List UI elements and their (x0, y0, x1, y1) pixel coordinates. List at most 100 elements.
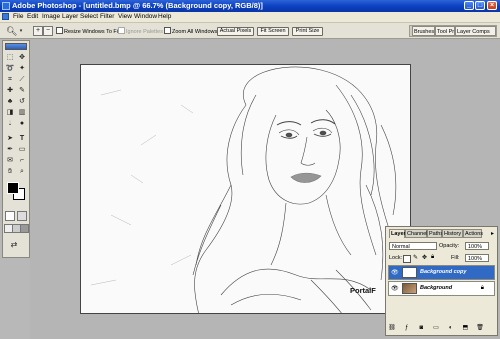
toolbox: ⬚ ✥ ➰ ✦ ⌗ ⟋ ✚ ✎ ♣ ↺ ◨ ▥ 💧︎ ● ➤ T ✒ ▭ ✉ ⌐… (2, 40, 30, 258)
layer-name: Background (420, 285, 453, 291)
palette-tab-brushes[interactable]: Brushes (412, 26, 435, 36)
eraser-tool-icon[interactable]: ◨ (5, 108, 15, 118)
marquee-tool-icon[interactable]: ⬚ (5, 53, 15, 63)
tab-history[interactable]: History (442, 229, 463, 238)
notes-tool-icon[interactable]: ✉ (5, 156, 15, 166)
menu-select[interactable]: Select (80, 12, 98, 22)
resize-windows-label: Resize Windows To Fit (64, 29, 120, 35)
foreground-color-swatch-top[interactable] (7, 182, 19, 194)
toolbox-logo (5, 43, 27, 50)
eyedropper-tool-icon[interactable]: ⌐ (17, 156, 27, 166)
zoom-all-windows-label: Zoom All Windows (172, 29, 218, 35)
checkbox-icon[interactable] (118, 27, 125, 34)
blur-tool-icon[interactable]: 💧︎ (5, 119, 15, 129)
sketch-portrait-image (90, 66, 397, 313)
brush-tool-icon[interactable]: ✎ (17, 86, 27, 96)
minimize-button[interactable]: _ (464, 1, 474, 10)
crop-tool-icon[interactable]: ⌗ (5, 75, 15, 85)
layer-row-background[interactable]: 👁︎ Background 🔒︎ (388, 281, 495, 296)
jump-to-imageready-icon[interactable]: ⇄ (9, 240, 19, 250)
palette-tab-tool-presets[interactable]: Tool Pr (435, 26, 455, 36)
link-layers-icon[interactable]: ⛓︎ (388, 324, 396, 332)
lasso-tool-icon[interactable]: ➰ (5, 64, 15, 74)
layers-panel: Layers Channels Paths History Actions ▸ … (385, 226, 498, 336)
new-layer-icon[interactable]: ⬒ (461, 324, 469, 332)
menu-view[interactable]: View (118, 12, 132, 22)
menu-filter[interactable]: Filter (100, 12, 114, 22)
type-tool-icon[interactable]: T (17, 134, 27, 144)
dodge-tool-icon[interactable]: ● (17, 119, 27, 129)
hand-tool-icon[interactable]: ✋︎ (5, 167, 15, 177)
document-menu-icon[interactable] (2, 13, 9, 20)
lock-label: Lock: (389, 255, 403, 261)
healing-brush-tool-icon[interactable]: ✚ (5, 86, 15, 96)
zoom-tool-icon[interactable]: 🔍︎ (6, 26, 17, 36)
menu-help[interactable]: Help (158, 12, 171, 22)
actual-pixels-button[interactable]: Actual Pixels (217, 27, 254, 36)
ignore-palettes-label: Ignore Palettes (126, 29, 163, 35)
slice-tool-icon[interactable]: ⟋ (17, 75, 27, 85)
lock-transparency-icon[interactable] (403, 255, 411, 263)
lock-brush-icon[interactable]: ✎ (413, 254, 418, 261)
clone-stamp-tool-icon[interactable]: ♣ (5, 97, 15, 107)
move-tool-icon[interactable]: ✥ (17, 53, 27, 63)
checkbox-icon[interactable] (164, 27, 171, 34)
tab-layers[interactable]: Layers (389, 229, 409, 238)
photoshop-app-icon[interactable] (2, 2, 10, 10)
lock-all-icon[interactable]: 🔒︎ (431, 254, 434, 261)
layer-thumbnail (402, 267, 417, 278)
eye-icon[interactable]: 👁︎ (391, 286, 399, 292)
fit-screen-button[interactable]: Fit Screen (257, 27, 289, 36)
opacity-label: Opacity: (439, 243, 460, 249)
fill-label: Fill: (451, 255, 460, 261)
document-canvas[interactable] (80, 64, 411, 314)
zoom-in-icon[interactable]: + (33, 26, 43, 36)
shape-tool-icon[interactable]: ▭ (17, 145, 27, 155)
layer-name: Background copy (420, 269, 467, 275)
menu-bar: File Edit Image Layer Select Filter View… (0, 12, 500, 23)
fill-input[interactable]: 100% (465, 254, 489, 262)
new-group-icon[interactable]: ▭ (432, 324, 440, 332)
zoom-tool-box-icon[interactable]: ⌕ (17, 167, 27, 177)
menu-layer[interactable]: Layer (62, 12, 78, 22)
layer-mask-icon[interactable]: ◙ (417, 324, 425, 332)
checkbox-icon[interactable] (56, 27, 63, 34)
layers-footer: ⛓︎ ƒ ◙ ▭ ◐ ⬒ 🗑︎ (388, 324, 495, 334)
palette-tab-layer-comps[interactable]: Layer Comps (455, 26, 496, 36)
layers-empty-area (388, 297, 495, 323)
magic-wand-tool-icon[interactable]: ✦ (17, 64, 27, 74)
menu-file[interactable]: File (13, 12, 23, 22)
standard-mode-icon[interactable] (5, 211, 15, 221)
title-bar: Adobe Photoshop - [untitled.bmp @ 66.7% … (0, 0, 500, 12)
path-selection-tool-icon[interactable]: ➤ (5, 134, 15, 144)
delete-layer-icon[interactable]: 🗑︎ (476, 324, 484, 332)
zoom-out-icon[interactable]: − (43, 26, 53, 36)
eye-icon[interactable]: 👁︎ (391, 270, 399, 276)
resize-windows-checkbox[interactable]: Resize Windows To Fit (56, 27, 120, 36)
layer-thumbnail (402, 283, 417, 294)
pen-tool-icon[interactable]: ✒ (5, 145, 15, 155)
adjustment-layer-icon[interactable]: ◐ (447, 324, 455, 332)
zoom-all-windows-checkbox[interactable]: Zoom All Windows (164, 27, 217, 36)
tool-preset-dropdown-icon[interactable]: ▾ (16, 26, 26, 36)
print-size-button[interactable]: Print Size (292, 27, 323, 36)
tab-actions[interactable]: Actions (463, 229, 483, 238)
layer-style-icon[interactable]: ƒ (403, 324, 411, 332)
lock-move-icon[interactable]: ✥ (422, 254, 427, 261)
maximize-button[interactable]: □ (475, 1, 485, 10)
tab-channels[interactable]: Channels (405, 229, 430, 238)
menu-edit[interactable]: Edit (27, 12, 38, 22)
opacity-input[interactable]: 100% (465, 242, 489, 250)
layer-row-background-copy[interactable]: 👁︎ Background copy (388, 265, 495, 280)
ignore-palettes-checkbox[interactable]: Ignore Palettes (118, 27, 163, 36)
quick-mask-mode-icon[interactable] (17, 211, 27, 221)
history-brush-tool-icon[interactable]: ↺ (17, 97, 27, 107)
screen-mode-full-icon[interactable] (20, 224, 29, 233)
tab-paths[interactable]: Paths (427, 229, 443, 238)
panel-menu-icon[interactable]: ▸ (491, 230, 494, 237)
menu-window[interactable]: Window (134, 12, 157, 22)
menu-image[interactable]: Image (42, 12, 60, 22)
close-button[interactable]: × (487, 1, 497, 10)
gradient-tool-icon[interactable]: ▥ (17, 108, 27, 118)
blend-mode-select[interactable]: Normal (389, 242, 437, 250)
